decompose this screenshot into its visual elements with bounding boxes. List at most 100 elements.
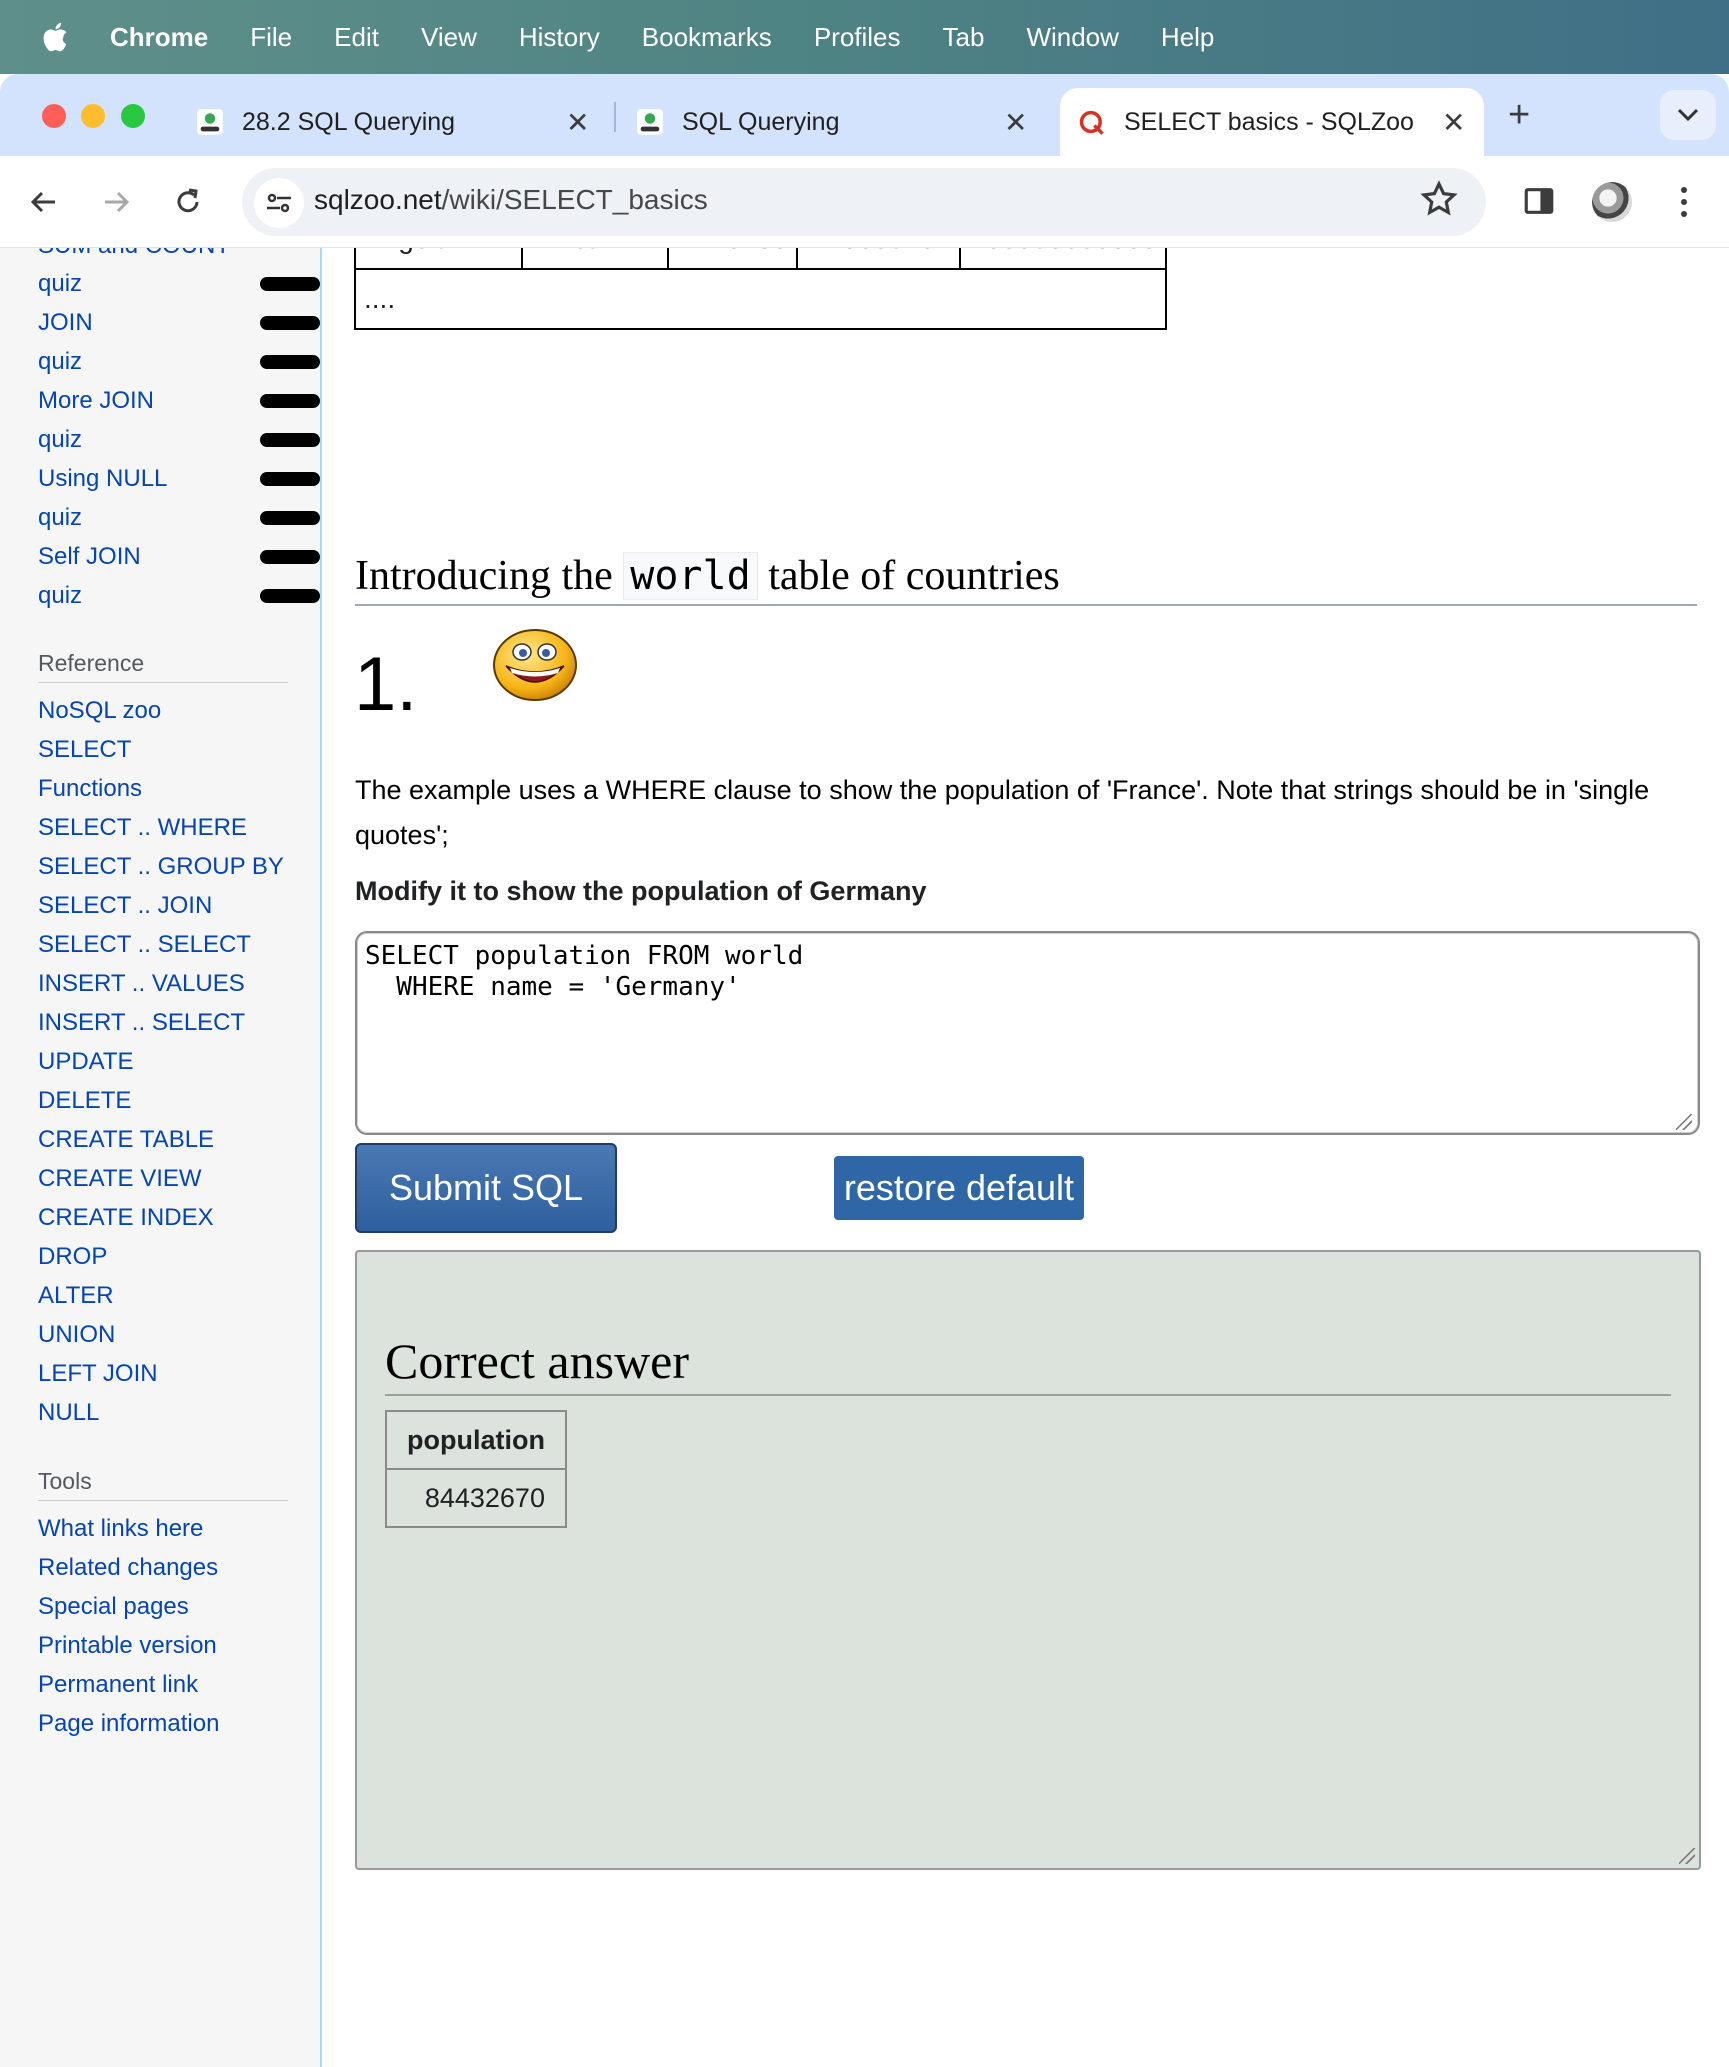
- tab-close-icon[interactable]: ✕: [566, 106, 589, 139]
- tab-sql-querying-28-2[interactable]: 28.2 SQL Querying ✕: [196, 88, 596, 156]
- menu-bookmarks[interactable]: Bookmarks: [642, 22, 772, 53]
- reload-button[interactable]: [166, 180, 210, 224]
- resize-grip-icon[interactable]: [1679, 1848, 1695, 1864]
- sidebar-link-functions[interactable]: Functions: [38, 775, 142, 803]
- side-panel-icon[interactable]: [1522, 184, 1556, 218]
- sidebar-link-delete[interactable]: DELETE: [38, 1087, 131, 1115]
- sidebar-link-self-join[interactable]: Self JOIN: [38, 543, 141, 571]
- sidebar-link-insert-select[interactable]: INSERT .. SELECT: [38, 1009, 245, 1037]
- sidebar-link-quiz[interactable]: quiz: [38, 348, 82, 376]
- sidebar-link-left-join[interactable]: LEFT JOIN: [38, 1360, 158, 1388]
- table-row: 84432670: [385, 1468, 567, 1528]
- sidebar-link-drop[interactable]: DROP: [38, 1243, 107, 1271]
- sidebar-link-sum-and-count[interactable]: SUM and COUNT: [38, 248, 230, 260]
- sidebar-link-create-table[interactable]: CREATE TABLE: [38, 1126, 214, 1154]
- sidebar-link-page-information[interactable]: Page information: [38, 1710, 219, 1738]
- menu-tab[interactable]: Tab: [943, 22, 985, 53]
- window-minimize-button[interactable]: [81, 104, 105, 128]
- sidebar-link-select-select[interactable]: SELECT .. SELECT: [38, 931, 251, 959]
- sidebar-link-create-index[interactable]: CREATE INDEX: [38, 1204, 214, 1232]
- reload-icon: [177, 188, 199, 213]
- new-tab-plus-icon[interactable]: +: [1508, 94, 1530, 137]
- sidebar-heading-tools: Tools: [38, 1468, 92, 1494]
- sidebar-link-select-where[interactable]: SELECT .. WHERE: [38, 814, 247, 842]
- arrow-right-icon: [105, 191, 130, 213]
- menu-profiles[interactable]: Profiles: [814, 22, 901, 53]
- sidebar-link-quiz[interactable]: quiz: [38, 426, 82, 454]
- tune-icon: [267, 193, 291, 213]
- sidebar-link-related-changes[interactable]: Related changes: [38, 1554, 218, 1582]
- tab-title: SELECT basics - SQLZoo: [1124, 107, 1414, 136]
- heading-code: world: [623, 552, 758, 600]
- menu-edit[interactable]: Edit: [334, 22, 379, 53]
- tab-select-basics[interactable]: SELECT basics - SQLZoo ✕: [1060, 88, 1484, 156]
- menu-window[interactable]: Window: [1026, 22, 1118, 53]
- window-close-button[interactable]: [42, 104, 66, 128]
- arrow-left-icon: [30, 191, 55, 213]
- submit-sql-button[interactable]: Submit SQL: [355, 1143, 617, 1233]
- sql-editor[interactable]: SELECT population FROM world WHERE name …: [355, 931, 1700, 1135]
- sidebar-link-permanent-link[interactable]: Permanent link: [38, 1671, 198, 1699]
- chevron-down-icon: [1677, 108, 1699, 122]
- world-table-sample: Angola Africa 1246700 20609294 100990000…: [354, 248, 1167, 330]
- question-number: 1.: [354, 642, 418, 727]
- person-favicon-icon: [197, 109, 223, 135]
- tab-search-button[interactable]: [1660, 90, 1716, 140]
- sidebar-link-null[interactable]: NULL: [38, 1399, 99, 1427]
- sidebar-link-quiz[interactable]: quiz: [38, 270, 82, 298]
- sidebar-link-update[interactable]: UPDATE: [38, 1048, 134, 1076]
- sidebar-link-select-group-by[interactable]: SELECT .. GROUP BY: [38, 853, 284, 881]
- menu-history[interactable]: History: [519, 22, 600, 53]
- window-zoom-button[interactable]: [121, 104, 145, 128]
- sidebar-link-union[interactable]: UNION: [38, 1321, 115, 1349]
- sidebar-link-create-view[interactable]: CREATE VIEW: [38, 1165, 202, 1193]
- sidebar-link-quiz[interactable]: quiz: [38, 582, 82, 610]
- sidebar-link-quiz[interactable]: quiz: [38, 504, 82, 532]
- progress-mark: [260, 511, 320, 525]
- column-header-population: population: [385, 1410, 567, 1470]
- progress-mark: [260, 394, 320, 408]
- result-heading: Correct answer: [385, 1332, 1671, 1396]
- tab-close-icon[interactable]: ✕: [1004, 106, 1027, 139]
- profile-avatar[interactable]: [1592, 182, 1632, 222]
- back-button[interactable]: [22, 180, 66, 224]
- site-info-button[interactable]: [254, 178, 304, 228]
- sidebar-link-printable-version[interactable]: Printable version: [38, 1632, 217, 1660]
- menu-file[interactable]: File: [250, 22, 292, 53]
- sidebar-link-nosql-zoo[interactable]: NoSQL zoo: [38, 697, 161, 725]
- wiki-sidebar: SUM and COUNT quiz JOIN quiz More JOIN q…: [0, 248, 322, 2067]
- question-task: Modify it to show the population of Germ…: [355, 876, 927, 906]
- apple-logo-icon[interactable]: [40, 20, 74, 54]
- main-content: Angola Africa 1246700 20609294 100990000…: [324, 248, 1729, 2067]
- sidebar-link-join[interactable]: JOIN: [38, 309, 93, 337]
- progress-mark: [260, 433, 320, 447]
- result-table: population 84432670: [385, 1410, 567, 1528]
- url-text[interactable]: sqlzoo.net/wiki/SELECT_basics: [314, 184, 708, 216]
- menu-view[interactable]: View: [421, 22, 477, 53]
- bookmark-star-icon[interactable]: [1420, 180, 1458, 218]
- more-menu-icon[interactable]: [1674, 184, 1694, 220]
- sidebar-divider: [38, 682, 288, 683]
- table-cell-continent: Africa: [521, 248, 669, 270]
- smiley-face-icon: [493, 629, 577, 701]
- sidebar-link-more-join[interactable]: More JOIN: [38, 387, 154, 415]
- heading-text: table of countries: [768, 553, 1060, 599]
- sidebar-link-alter[interactable]: ALTER: [38, 1282, 114, 1310]
- sidebar-link-what-links-here[interactable]: What links here: [38, 1515, 203, 1543]
- tab-sql-querying[interactable]: SQL Querying ✕: [636, 88, 1036, 156]
- sidebar-link-select-join[interactable]: SELECT .. JOIN: [38, 892, 212, 920]
- menu-help[interactable]: Help: [1161, 22, 1214, 53]
- restore-default-button[interactable]: restore default: [834, 1156, 1084, 1220]
- table-cell-population: 20609294: [796, 248, 961, 270]
- tab-close-icon[interactable]: ✕: [1442, 106, 1465, 139]
- table-row: ....: [354, 268, 1167, 330]
- menubar-app-name[interactable]: Chrome: [110, 22, 208, 53]
- table-cell-area: 1246700: [667, 248, 798, 270]
- sidebar-heading-reference: Reference: [38, 650, 145, 676]
- sidebar-link-using-null[interactable]: Using NULL: [38, 465, 167, 493]
- sidebar-link-special-pages[interactable]: Special pages: [38, 1593, 189, 1621]
- sidebar-link-select[interactable]: SELECT: [38, 736, 131, 764]
- resize-grip-icon[interactable]: [1676, 1114, 1692, 1130]
- forward-button[interactable]: [94, 180, 138, 224]
- sidebar-link-insert-values[interactable]: INSERT .. VALUES: [38, 970, 245, 998]
